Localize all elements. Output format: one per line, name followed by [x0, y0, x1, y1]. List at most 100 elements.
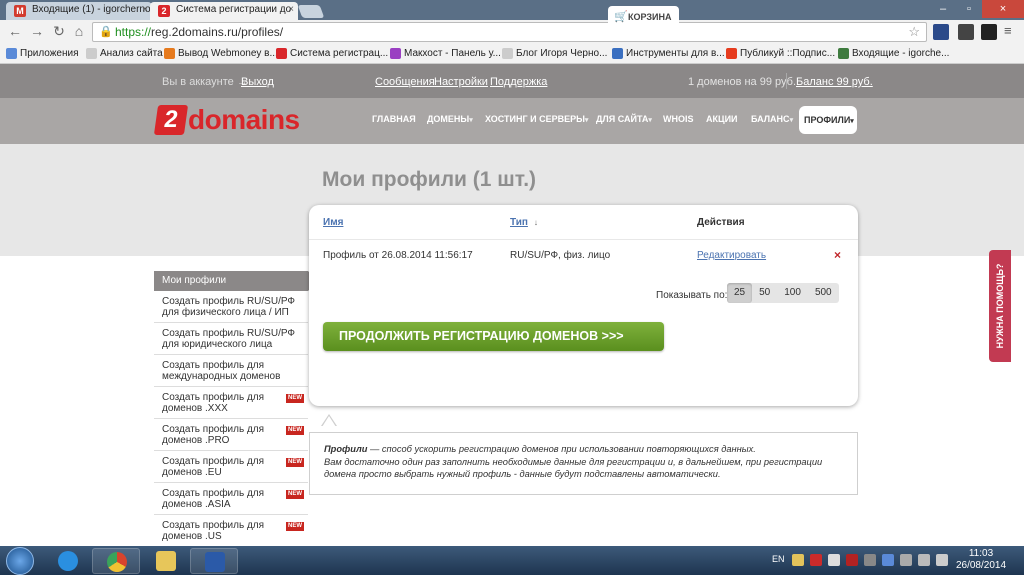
column-header-name[interactable]: Имя [323, 217, 343, 228]
help-tab[interactable]: НУЖНА ПОМОЩЬ? [989, 250, 1011, 362]
page-icon [502, 48, 513, 59]
sidebar-item-create-pro[interactable]: Создать профиль для доменов .PRO NEW [154, 419, 308, 451]
sidebar-item-create-ru-individual[interactable]: Создать профиль RU/SU/РФ для физического … [154, 291, 308, 323]
nav-for-site[interactable]: ДЛЯ САЙТА▾ [596, 114, 652, 124]
messages-link[interactable]: Сообщения [375, 76, 435, 88]
nav-label: ДОМЕНЫ [427, 114, 470, 124]
network-icon[interactable] [918, 554, 930, 566]
taskbar-ie[interactable] [44, 548, 92, 574]
menu-icon[interactable]: ≡ [1004, 24, 1020, 40]
tray-icon[interactable] [864, 554, 876, 566]
browser-tab-gmail[interactable]: M Входящие (1) - igorcherno × [6, 2, 152, 20]
tray-icon[interactable] [882, 554, 894, 566]
sidebar-item-create-asia[interactable]: Создать профиль для доменов .ASIA NEW [154, 483, 308, 515]
tools-icon [612, 48, 623, 59]
nav-promotions[interactable]: АКЦИИ [706, 114, 738, 124]
tab-close-icon[interactable]: × [142, 4, 148, 15]
back-arrow-icon[interactable]: ← [6, 23, 24, 39]
extension-icon[interactable] [981, 24, 997, 40]
sidebar-item-label: Создать профиль для [162, 392, 265, 403]
support-link[interactable]: Поддержка [490, 76, 547, 88]
divider [309, 239, 858, 240]
nav-label: WHOIS [663, 114, 694, 124]
sidebar-item-create-eu[interactable]: Создать профиль для доменов .EU NEW [154, 451, 308, 483]
nav-hosting[interactable]: ХОСТИНГ И СЕРВЕРЫ▾ [485, 114, 588, 124]
maximize-icon[interactable]: ▫ [956, 0, 982, 18]
clock[interactable]: 11:03 26/08/2014 [951, 548, 1011, 572]
page-size-option-25[interactable]: 25 [727, 283, 753, 303]
address-bar[interactable]: 🔒 https://reg.2domains.ru/profiles/ ☆ [92, 22, 927, 42]
info-line: — способ ускорить регистрацию доменов пр… [367, 444, 756, 454]
home-icon[interactable]: ⌂ [70, 23, 88, 39]
bookmark-item[interactable]: Публикуй ::Подпис... [726, 48, 835, 59]
nav-domains[interactable]: ДОМЕНЫ▾ [427, 114, 473, 124]
settings-link[interactable]: Настройки [434, 76, 488, 88]
evernote-icon[interactable] [958, 24, 974, 40]
bookmark-item[interactable]: Анализ сайта [86, 48, 163, 59]
tray-icon[interactable] [810, 554, 822, 566]
cart-icon: 🛒 [614, 11, 628, 23]
bookmark-item[interactable]: Блог Игоря Черно... [502, 48, 607, 59]
language-indicator[interactable]: EN [772, 554, 785, 564]
continue-registration-button[interactable]: ПРОДОЛЖИТЬ РЕГИСТРАЦИЮ ДОМЕНОВ >>> [323, 322, 664, 351]
clock-time: 11:03 [968, 548, 994, 559]
bluetooth-icon[interactable] [900, 554, 912, 566]
tray-icon[interactable] [792, 554, 804, 566]
delete-icon[interactable]: × [834, 248, 841, 262]
bookmark-item[interactable]: Система регистрац... [276, 48, 388, 59]
reload-icon[interactable]: ↻ [50, 23, 68, 40]
logout-link[interactable]: Выход [241, 76, 274, 88]
sidebar-item-label: Создать профиль RU/SU/РФ [162, 328, 296, 339]
extension-icon[interactable] [933, 24, 949, 40]
new-tab-button[interactable] [297, 5, 325, 18]
taskbar-explorer[interactable] [142, 548, 190, 574]
nav-profiles[interactable]: ПРОФИЛИ▾ [799, 106, 857, 134]
page-size-selector: 25 50 100 500 [727, 283, 839, 303]
close-window-icon[interactable]: × [982, 0, 1024, 18]
sidebar-item-create-xxx[interactable]: Создать профиль для доменов .XXX NEW [154, 387, 308, 419]
taskbar-word[interactable] [190, 548, 238, 574]
profiles-info-box: Профили — способ ускорить регистрацию до… [309, 432, 858, 495]
browser-tab-2domains[interactable]: 2 Система регистрации до × [150, 2, 298, 20]
balance-link[interactable]: Баланс 99 руб. [796, 76, 873, 88]
edit-profile-link[interactable]: Редактировать [697, 250, 766, 261]
page-size-option-50[interactable]: 50 [752, 283, 777, 303]
tray-icon[interactable] [828, 554, 840, 566]
sidebar-item-create-ru-legal[interactable]: Создать профиль RU/SU/РФ для юридического… [154, 323, 308, 355]
sidebar-item-create-international[interactable]: Создать профиль для международных доменов [154, 355, 308, 387]
new-badge: NEW [286, 522, 304, 531]
browser-tabbar: M Входящие (1) - igorcherno × 2 Система … [0, 0, 1024, 20]
sidebar-item-label: Создать профиль RU/SU/РФ [162, 296, 296, 307]
bookmark-apps[interactable]: Приложения [6, 48, 79, 59]
bookmark-label: Вывод Webmoney в... [178, 48, 278, 59]
logo[interactable]: 2 domains [153, 104, 300, 136]
forward-arrow-icon[interactable]: → [28, 23, 46, 39]
nav-home[interactable]: ГЛАВНАЯ [372, 114, 416, 124]
page-size-option-100[interactable]: 100 [777, 283, 808, 303]
minimize-icon[interactable]: – [930, 0, 956, 18]
nav-label: ХОСТИНГ И СЕРВЕРЫ [485, 114, 585, 124]
2domains-favicon-icon [276, 48, 287, 59]
windows-start-icon[interactable] [6, 547, 34, 575]
flame-icon [726, 48, 737, 59]
bookmark-star-icon[interactable]: ☆ [908, 23, 920, 41]
cart-button[interactable]: 🛒 КОРЗИНА [608, 6, 679, 28]
bookmark-item[interactable]: Вывод Webmoney в... [164, 48, 278, 59]
sidebar-item-my-profiles[interactable]: Мои профили [154, 271, 318, 291]
sidebar-item-create-us[interactable]: Создать профиль для доменов .US NEW [154, 515, 308, 542]
bookmark-item[interactable]: Входящие - igorche... [838, 48, 949, 59]
nav-whois[interactable]: WHOIS [663, 114, 694, 124]
column-header-type[interactable]: Тип ↓ [510, 217, 538, 228]
tab-close-icon[interactable]: × [288, 4, 294, 15]
tray-icon[interactable] [846, 554, 858, 566]
bookmark-item[interactable]: Инструменты для в... [612, 48, 725, 59]
bookmark-item[interactable]: Макхост - Панель у... [390, 48, 501, 59]
sidebar-item-label: доменов .ASIA [162, 499, 231, 510]
nav-balance[interactable]: БАЛАНС▾ [751, 114, 793, 124]
taskbar-chrome[interactable] [92, 548, 140, 574]
folder-icon [156, 551, 176, 571]
page-size-option-500[interactable]: 500 [808, 283, 839, 303]
volume-icon[interactable] [936, 554, 948, 566]
cart-label: КОРЗИНА [628, 12, 672, 22]
nav-label: ПРОФИЛИ [804, 115, 851, 125]
